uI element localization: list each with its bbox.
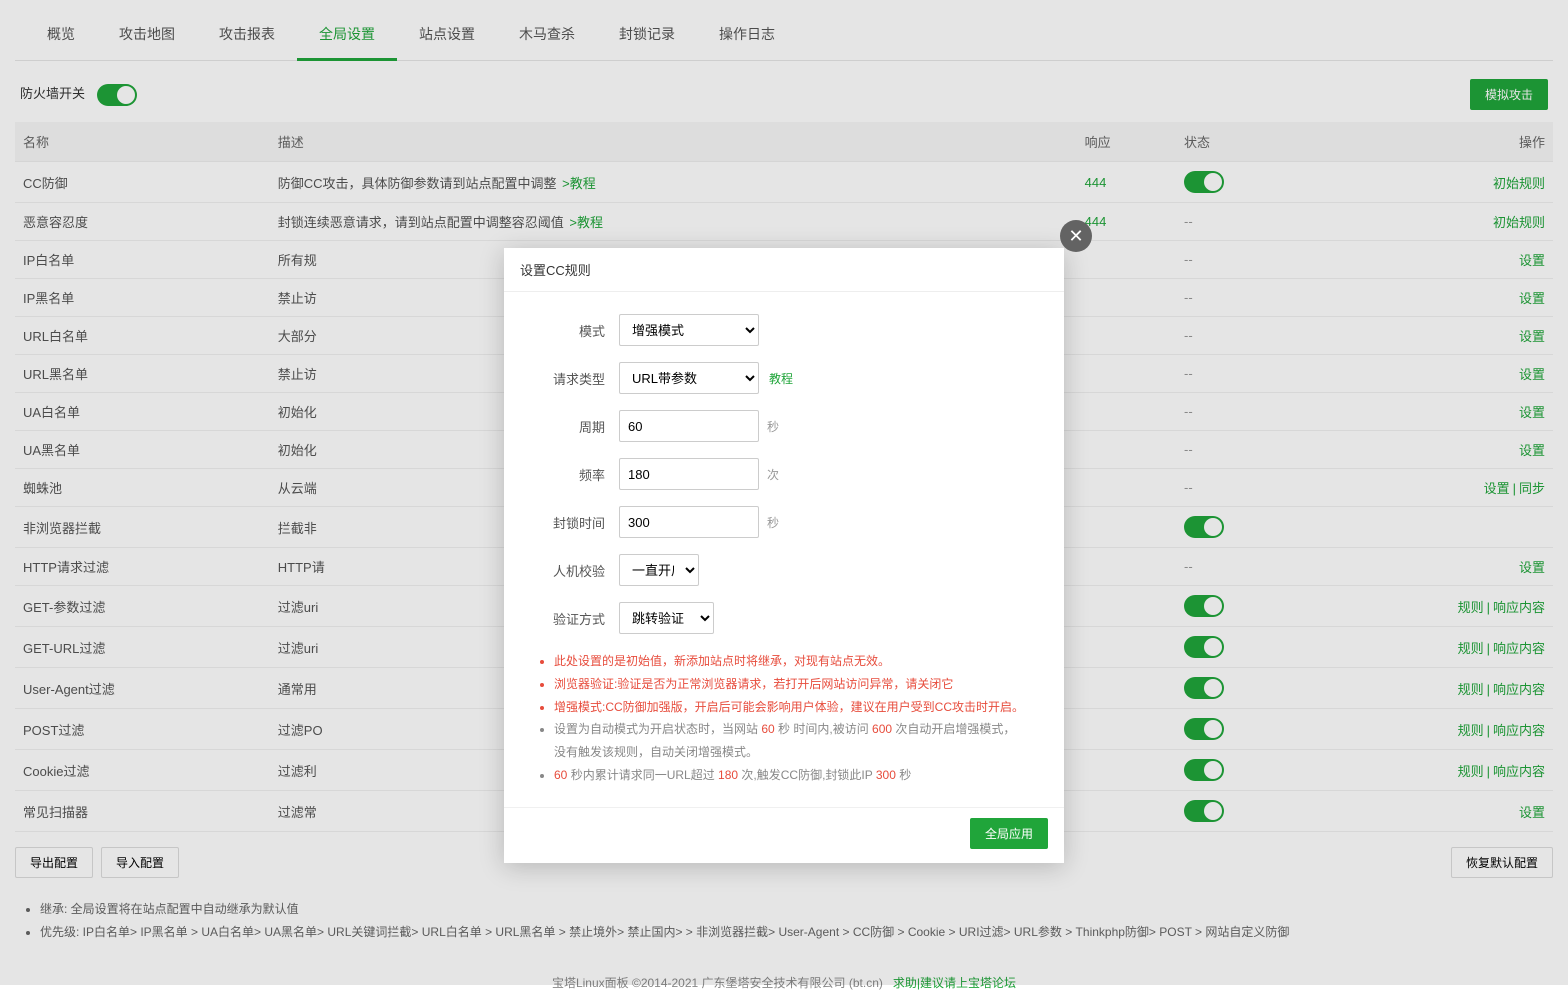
- period-label: 周期: [534, 417, 619, 436]
- freq-input[interactable]: [619, 458, 759, 490]
- verify-method-label: 验证方式: [534, 609, 619, 628]
- modal-title: 设置CC规则: [504, 248, 1064, 292]
- close-icon[interactable]: ✕: [1060, 220, 1092, 252]
- captcha-select[interactable]: 一直开启: [619, 554, 699, 586]
- cc-rule-modal: ✕ 设置CC规则 模式 增强模式 请求类型 URL带参数 教程 周期 秒 频率 …: [504, 248, 1064, 863]
- block-time-input[interactable]: [619, 506, 759, 538]
- captcha-label: 人机校验: [534, 561, 619, 580]
- mode-select[interactable]: 增强模式: [619, 314, 759, 346]
- verify-method-select[interactable]: 跳转验证: [619, 602, 714, 634]
- apply-global-button[interactable]: 全局应用: [970, 818, 1048, 849]
- tutorial-link[interactable]: 教程: [769, 370, 793, 387]
- freq-label: 频率: [534, 465, 619, 484]
- req-type-label: 请求类型: [534, 369, 619, 388]
- period-input[interactable]: [619, 410, 759, 442]
- modal-notes: 此处设置的是初始值，新添加站点时将继承，对现有站点无效。 浏览器验证:验证是否为…: [534, 650, 1034, 787]
- mode-label: 模式: [534, 321, 619, 340]
- block-time-label: 封锁时间: [534, 513, 619, 532]
- req-type-select[interactable]: URL带参数: [619, 362, 759, 394]
